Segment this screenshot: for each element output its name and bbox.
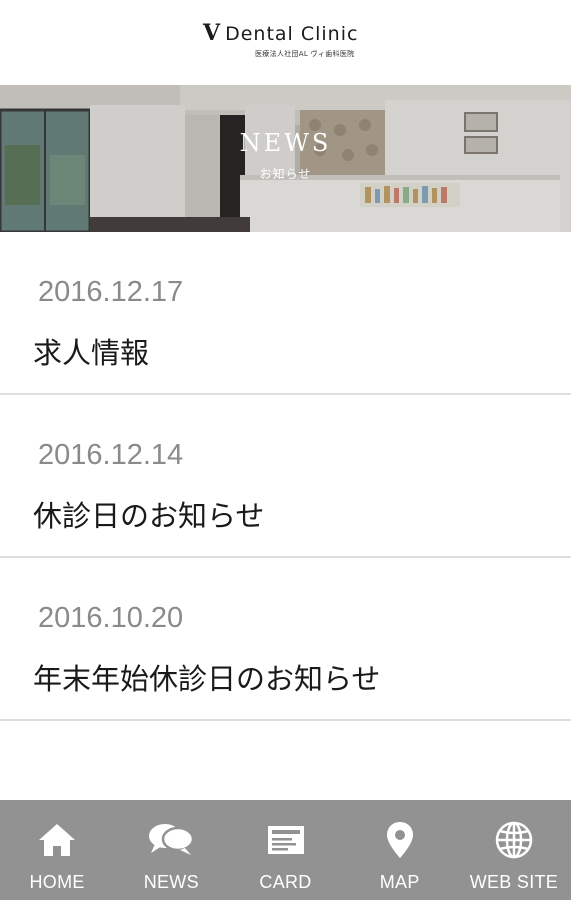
nav-news[interactable]: NEWS (114, 800, 228, 900)
card-icon (267, 826, 304, 854)
logo-title: V Dental Clinic (203, 20, 358, 46)
logo-text: Dental Clinic (225, 23, 359, 45)
nav-card[interactable]: CARD (228, 800, 342, 900)
nav-home[interactable]: HOME (0, 800, 114, 900)
news-date: 2016.10.20 (38, 602, 184, 634)
banner-subtitle: お知らせ (259, 167, 312, 181)
nav-home-label: HOME (29, 872, 85, 892)
nav-map-label: MAP (379, 872, 420, 892)
news-item[interactable]: 2016.12.17 求人情報 (0, 232, 571, 395)
nav-website[interactable]: WEB SITE (457, 800, 571, 900)
home-icon (39, 824, 76, 856)
nav-card-label: CARD (259, 872, 312, 892)
logo-subtext: 医療法人社団AL ヴィ歯科医院 (255, 50, 355, 58)
banner-title: NEWS (239, 129, 332, 157)
clinic-interior-image (0, 85, 571, 232)
news-title: 年末年始休診日のお知らせ (33, 662, 381, 696)
map-pin-icon (386, 822, 413, 858)
news-date: 2016.12.14 (38, 439, 184, 471)
news-list: 2016.12.17 求人情報 2016.12.14 休診日のお知らせ 2016… (0, 232, 571, 721)
news-banner: NEWS お知らせ (0, 85, 571, 232)
chat-bubbles-icon (149, 824, 195, 855)
news-date: 2016.12.17 (38, 276, 184, 308)
news-item[interactable]: 2016.10.20 年末年始休診日のお知らせ (0, 558, 571, 721)
app-header: V Dental Clinic 医療法人社団AL ヴィ歯科医院 (0, 0, 571, 85)
nav-map[interactable]: MAP (343, 800, 457, 900)
clinic-logo[interactable]: V Dental Clinic 医療法人社団AL ヴィ歯科医院 (203, 20, 373, 66)
news-item[interactable]: 2016.12.14 休診日のお知らせ (0, 395, 571, 558)
globe-icon (495, 821, 533, 859)
nav-website-label: WEB SITE (469, 872, 559, 892)
bottom-navigation: HOME NEWS CARD MAP WEB SITE (0, 800, 571, 900)
nav-news-label: NEWS (143, 872, 199, 892)
news-title: 休診日のお知らせ (33, 499, 265, 533)
news-title: 求人情報 (33, 336, 150, 370)
logo-mark: V (203, 20, 222, 46)
